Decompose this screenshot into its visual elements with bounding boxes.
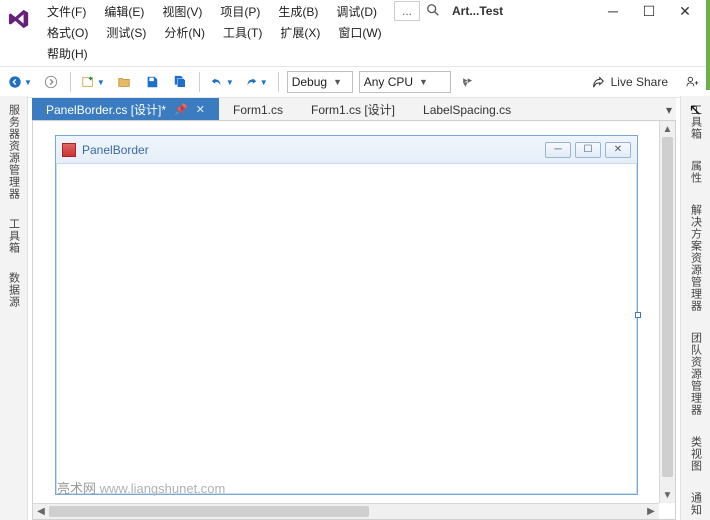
undo-button[interactable]: ▼ [208, 71, 236, 93]
form-title-text: PanelBorder [82, 143, 149, 157]
nav-back-button[interactable]: ▼ [6, 71, 34, 93]
scroll-right-arrow[interactable]: ▶ [643, 504, 659, 519]
menu-analyze[interactable]: 分析(N) [155, 22, 214, 43]
vertical-scrollbar[interactable]: ▲ ▼ [659, 121, 675, 503]
right-tab-properties[interactable]: 属性 [686, 156, 706, 188]
left-tab-data-sources[interactable]: 数据源 [4, 268, 24, 312]
live-share-button[interactable]: Live Share [583, 75, 676, 89]
menu-file[interactable]: 文件(F) [38, 1, 95, 22]
menu-tools[interactable]: 工具(T) [214, 22, 271, 43]
tab-form1-cs[interactable]: Form1.cs [219, 98, 297, 121]
window-close-icon[interactable]: ✕ [670, 0, 700, 22]
left-dock: 服务器资源管理器 工具箱 数据源 [0, 96, 28, 520]
pin-icon[interactable]: 📌 [174, 103, 188, 116]
close-icon[interactable]: ✕ [196, 103, 205, 116]
save-button[interactable] [141, 71, 163, 93]
watermark: 亮术网 www.liangshunet.com [57, 478, 225, 497]
tab-form1-design[interactable]: Form1.cs [设计] [297, 98, 409, 121]
right-tab-notifications[interactable]: 通知 [686, 488, 706, 520]
left-tab-server-explorer[interactable]: 服务器资源管理器 [4, 100, 24, 204]
form-minimize-icon[interactable]: ─ [545, 142, 571, 158]
new-project-button[interactable]: ▼ [79, 71, 107, 93]
nav-forward-button[interactable] [40, 71, 62, 93]
account-button[interactable] [682, 71, 704, 93]
menu-format[interactable]: 格式(O) [38, 22, 97, 43]
menu-bar: 文件(F) 编辑(E) 视图(V) 项目(P) 生成(B) 调试(D) ... … [0, 0, 710, 66]
form-designer-surface[interactable]: PanelBorder ─ ☐ ✕ 亮术网 www.liangshunet.co… [32, 120, 676, 520]
horizontal-scrollbar[interactable]: ◀ ▶ [33, 503, 659, 519]
left-tab-toolbox[interactable]: 工具箱 [4, 214, 24, 258]
separator [199, 72, 200, 92]
solution-name: Art...Test [452, 4, 503, 18]
toolbar-overflow[interactable]: ▸▸▾ [457, 71, 479, 93]
window-maximize-icon[interactable]: ☐ [634, 0, 664, 22]
designed-form[interactable]: PanelBorder ─ ☐ ✕ [55, 135, 638, 495]
separator [278, 72, 279, 92]
resize-handle-right[interactable] [635, 312, 641, 318]
scroll-thumb[interactable] [662, 137, 673, 477]
form-close-icon[interactable]: ✕ [605, 142, 631, 158]
main-toolbar: ▼ ▼ ▼ ▼ Debug▼ Any CPU▼ ▸▸▾ Live Share [0, 66, 710, 98]
separator [70, 72, 71, 92]
save-all-button[interactable] [169, 71, 191, 93]
form-icon [62, 143, 76, 157]
scroll-down-arrow[interactable]: ▼ [660, 487, 675, 503]
menu-project[interactable]: 项目(P) [211, 1, 269, 22]
menu-view[interactable]: 视图(V) [153, 1, 211, 22]
tab-overflow-dropdown[interactable]: ▾ [666, 103, 672, 117]
menu-test[interactable]: 测试(S) [97, 22, 155, 43]
open-file-button[interactable] [113, 71, 135, 93]
scroll-up-arrow[interactable]: ▲ [660, 121, 675, 137]
tab-panelborder-design[interactable]: PanelBorder.cs [设计]*📌✕ [32, 98, 219, 121]
right-tab-class-view[interactable]: 类视图 [686, 432, 706, 476]
platform-dropdown[interactable]: Any CPU▼ [359, 71, 451, 93]
vs-logo-icon [8, 8, 30, 33]
menu-debug[interactable]: 调试(D) [327, 1, 386, 22]
menu-extensions[interactable]: 扩展(X) [271, 22, 329, 43]
search-icon[interactable] [426, 3, 440, 20]
menu-help[interactable]: 帮助(H) [38, 43, 97, 64]
share-icon [591, 75, 605, 89]
window-minimize-icon[interactable]: ─ [598, 0, 628, 22]
scroll-left-arrow[interactable]: ◀ [33, 504, 49, 519]
tab-labelspacing[interactable]: LabelSpacing.cs [409, 98, 525, 121]
right-dock: 工具箱 属性 解决方案资源管理器 团队资源管理器 类视图 通知 [680, 96, 710, 520]
document-tab-bar: PanelBorder.cs [设计]*📌✕ Form1.cs Form1.cs… [32, 98, 676, 122]
quick-launch-search[interactable]: ... [394, 1, 420, 21]
menu-window[interactable]: 窗口(W) [329, 22, 390, 43]
scroll-thumb[interactable] [49, 506, 369, 517]
mouse-cursor-icon: ↖ [689, 100, 702, 120]
right-tab-team-explorer[interactable]: 团队资源管理器 [686, 328, 706, 420]
right-tab-solution-explorer[interactable]: 解决方案资源管理器 [686, 200, 706, 316]
form-maximize-icon[interactable]: ☐ [575, 142, 601, 158]
redo-button[interactable]: ▼ [242, 71, 270, 93]
form-titlebar: PanelBorder ─ ☐ ✕ [56, 136, 637, 164]
menu-edit[interactable]: 编辑(E) [95, 1, 153, 22]
config-dropdown[interactable]: Debug▼ [287, 71, 353, 93]
menu-build[interactable]: 生成(B) [269, 1, 327, 22]
